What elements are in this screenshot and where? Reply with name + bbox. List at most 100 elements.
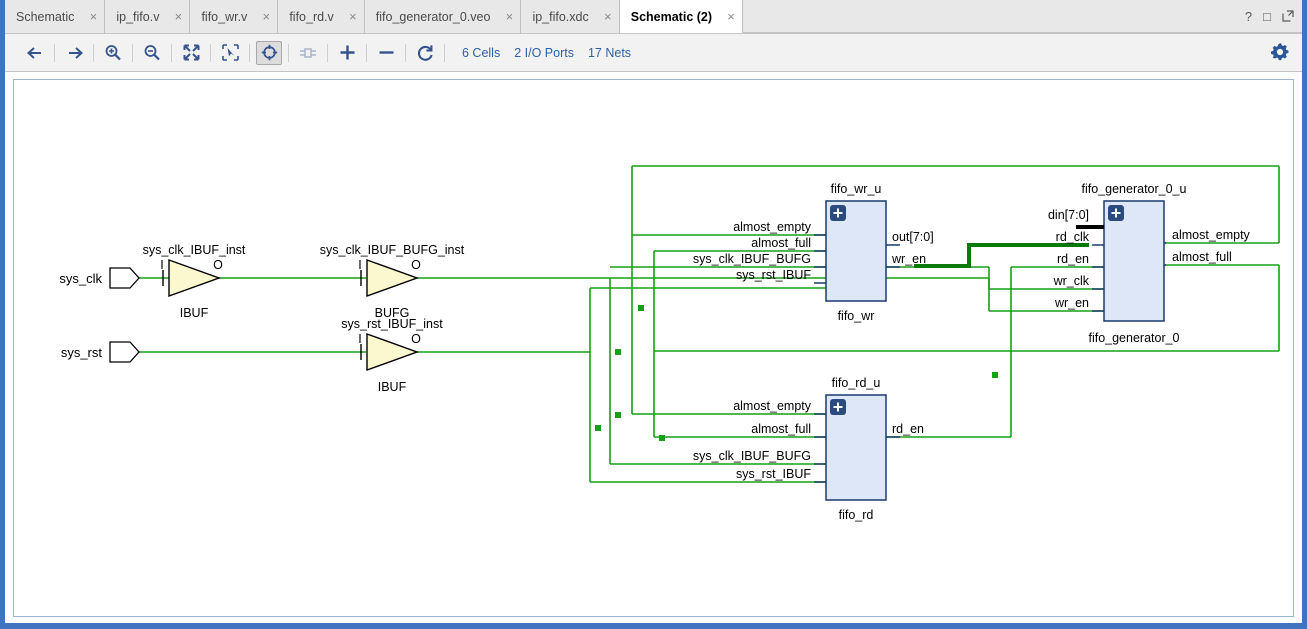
toolbar-separator (288, 43, 289, 62)
buffer-out-pin-label: O (411, 332, 421, 346)
pin-label-rd-en-out: rd_en (892, 422, 924, 436)
tab-close-icon[interactable]: × (86, 9, 100, 24)
tab-label: fifo_wr.v (201, 9, 248, 24)
tab-close-icon[interactable]: × (346, 9, 360, 24)
buffer-in-pin-label: I (358, 332, 361, 346)
buffer-in-pin-label: I (160, 258, 163, 272)
schematic-window: Schematic × ip_fifo.v × fifo_wr.v × fifo… (0, 0, 1307, 629)
zoom-out-button[interactable] (139, 41, 165, 65)
block-fifo-generator-0[interactable]: fifo_generator_0_u fifo_generator_0 din[… (1048, 182, 1251, 345)
pin-label-almost-full-out: almost_full (1172, 250, 1232, 264)
buffer-inst-label: sys_clk_IBUF_inst (143, 243, 246, 257)
regenerate-button[interactable] (412, 41, 438, 65)
tab-label: Schematic (16, 9, 75, 24)
block-type-label: fifo_generator_0 (1088, 331, 1179, 345)
tab-label: fifo_generator_0.veo (375, 9, 491, 24)
pin-label-wr-en: wr_en (891, 252, 926, 266)
schematic-canvas[interactable]: sys_clk sys_rst sys_clk_IBUF_inst I O IB… (13, 79, 1294, 617)
zoom-in-button[interactable] (100, 41, 126, 65)
io-port-sys-clk[interactable]: sys_clk (59, 267, 140, 289)
pin-label-sys-rst-ibuf: sys_rst_IBUF (736, 467, 811, 481)
zoom-fit-button[interactable] (178, 41, 204, 65)
buffer-out-pin-label: O (213, 258, 223, 272)
toolbar-stats: 6 Cells 2 I/O Ports 17 Nets (462, 46, 645, 60)
tab-close-icon[interactable]: × (601, 9, 615, 24)
block-fifo-rd[interactable]: fifo_rd_u fifo_rd almost_empty almost_fu… (693, 376, 924, 522)
schematic-drawing: sys_clk sys_rst sys_clk_IBUF_inst I O IB… (59, 165, 1280, 522)
expand-badge-icon[interactable] (830, 205, 846, 221)
tab-fifo-generator-veo[interactable]: fifo_generator_0.veo × (364, 0, 522, 33)
port-label-sys-clk: sys_clk (59, 271, 102, 286)
buffer-sys-clk-ibuf[interactable]: sys_clk_IBUF_inst I O IBUF (143, 243, 246, 320)
toolbar-separator (327, 43, 328, 62)
tab-close-icon[interactable]: × (724, 9, 738, 24)
io-ports-count[interactable]: 2 I/O Ports (514, 46, 574, 60)
buffer-type-label: IBUF (378, 380, 407, 394)
tab-close-icon[interactable]: × (171, 9, 185, 24)
toolbar-separator (210, 43, 211, 62)
pin-label-out-bus: out[7:0] (892, 230, 934, 244)
block-type-label: fifo_rd (839, 508, 874, 522)
net-junctions (595, 305, 998, 441)
tab-label: fifo_rd.v (289, 9, 334, 24)
pin-label-wr-clk: wr_clk (1053, 274, 1090, 288)
block-fifo-wr[interactable]: fifo_wr_u fifo_wr almost_empty almost_fu… (693, 182, 934, 323)
pin-label-din-bus: din[7:0] (1048, 208, 1089, 222)
pin-label-almost-full: almost_full (751, 236, 811, 250)
settings-gear-icon[interactable] (1270, 42, 1290, 67)
toolbar-separator (249, 43, 250, 62)
buffer-out-pin-label: O (411, 258, 421, 272)
buffer-inst-label: sys_clk_IBUF_BUFG_inst (320, 243, 465, 257)
back-button[interactable] (22, 41, 48, 65)
tab-bar-filler (743, 0, 1302, 33)
remove-button[interactable] (373, 41, 399, 65)
forward-button[interactable] (61, 41, 87, 65)
tab-schematic[interactable]: Schematic × (5, 0, 106, 33)
tab-fifo-wr-v[interactable]: fifo_wr.v × (190, 0, 279, 33)
pin-label-sys-rst-ibuf: sys_rst_IBUF (736, 268, 811, 282)
block-inst-label: fifo_wr_u (831, 182, 882, 196)
buffer-inst-label: sys_rst_IBUF_inst (341, 317, 443, 331)
pin-label-rd-en: rd_en (1057, 252, 1089, 266)
tab-schematic-2[interactable]: Schematic (2) × (619, 0, 744, 33)
tab-fifo-rd-v[interactable]: fifo_rd.v × (278, 0, 365, 33)
nets-count[interactable]: 17 Nets (588, 46, 631, 60)
toolbar-separator (171, 43, 172, 62)
pin-label-almost-empty-out: almost_empty (1172, 228, 1251, 242)
io-port-sys-rst[interactable]: sys_rst (61, 341, 140, 363)
buffer-in-pin-label: I (358, 258, 361, 272)
buffer-sys-rst-ibuf[interactable]: sys_rst_IBUF_inst I O IBUF (341, 317, 443, 394)
zoom-area-button[interactable] (217, 41, 243, 65)
tab-close-icon[interactable]: × (259, 9, 273, 24)
expand-cell-button (295, 41, 321, 65)
block-type-label: fifo_wr (838, 309, 875, 323)
pin-label-sys-clk-ibuf-bufg: sys_clk_IBUF_BUFG (693, 449, 811, 463)
buffer-type-label: IBUF (180, 306, 209, 320)
block-inst-label: fifo_rd_u (832, 376, 881, 390)
pin-label-rd-clk: rd_clk (1056, 230, 1090, 244)
window-controls: ? □ (1245, 0, 1294, 33)
tab-label: ip_fifo.xdc (532, 9, 589, 24)
toolbar-separator (54, 43, 55, 62)
pin-label-almost-empty: almost_empty (733, 220, 812, 234)
port-label-sys-rst: sys_rst (61, 345, 103, 360)
cells-count[interactable]: 6 Cells (462, 46, 500, 60)
tab-label: ip_fifo.v (116, 9, 160, 24)
add-button[interactable] (334, 41, 360, 65)
maximize-icon[interactable]: □ (1263, 10, 1271, 23)
help-icon[interactable]: ? (1245, 10, 1252, 23)
float-window-icon[interactable] (1282, 9, 1294, 24)
pin-label-wr-en: wr_en (1054, 296, 1089, 310)
tab-ip-fifo-v[interactable]: ip_fifo.v × (105, 0, 191, 33)
tab-bar: Schematic × ip_fifo.v × fifo_wr.v × fifo… (5, 0, 1302, 34)
tab-ip-fifo-xdc[interactable]: ip_fifo.xdc × (521, 0, 620, 33)
expand-badge-icon[interactable] (830, 399, 846, 415)
pin-label-almost-full: almost_full (751, 422, 811, 436)
expand-badge-icon[interactable] (1108, 205, 1124, 221)
tab-close-icon[interactable]: × (502, 9, 516, 24)
pin-label-sys-clk-ibuf-bufg: sys_clk_IBUF_BUFG (693, 252, 811, 266)
buffer-sys-clk-bufg[interactable]: sys_clk_IBUF_BUFG_inst I O BUFG (320, 243, 465, 320)
autofit-selection-button[interactable] (256, 40, 282, 65)
schematic-toolbar: 6 Cells 2 I/O Ports 17 Nets (5, 34, 1302, 72)
toolbar-separator (444, 43, 445, 62)
